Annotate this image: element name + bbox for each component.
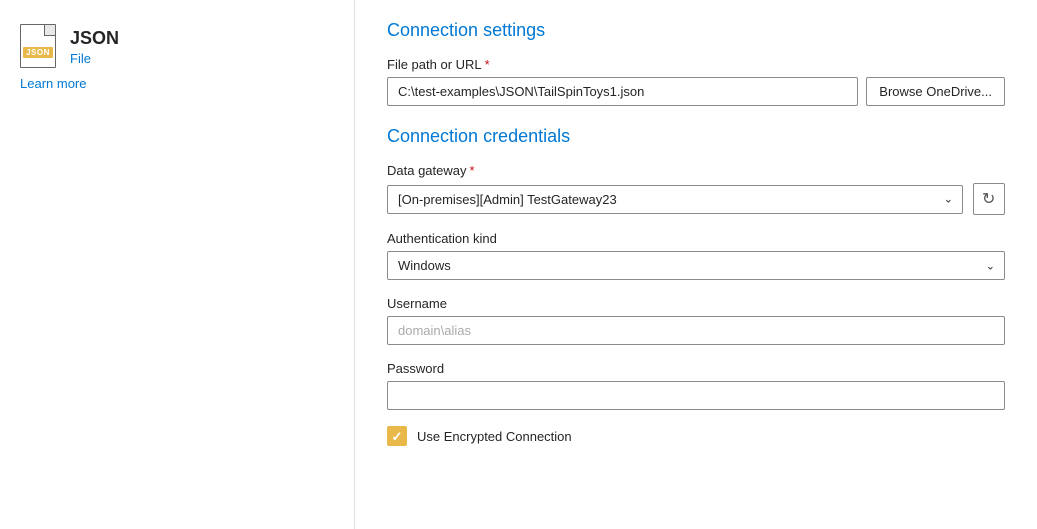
password-label: Password [387,361,1005,376]
data-gateway-select-wrapper: [On-premises][Admin] TestGateway23 ⌄ [387,185,963,214]
connection-credentials-title: Connection credentials [387,126,1005,147]
refresh-gateway-button[interactable]: ↺ [973,183,1005,215]
sidebar: JSON JSON File Learn more [0,0,355,529]
auth-kind-select-wrapper: Windows ⌄ [387,251,1005,280]
sidebar-header: JSON JSON File [20,24,334,68]
password-field-group: Password [387,361,1005,410]
auth-kind-field-group: Authentication kind Windows ⌄ [387,231,1005,280]
json-badge: JSON [23,47,53,58]
sidebar-subtitle: File [70,51,119,66]
data-gateway-required-star: * [470,163,475,178]
connection-settings-title: Connection settings [387,20,1005,41]
username-label: Username [387,296,1005,311]
file-path-input[interactable] [387,77,858,106]
data-gateway-row: [On-premises][Admin] TestGateway23 ⌄ ↺ [387,183,1005,215]
file-path-required-star: * [485,57,490,72]
checkmark-icon: ✓ [392,430,403,443]
username-input[interactable] [387,316,1005,345]
browse-onedrive-button[interactable]: Browse OneDrive... [866,77,1005,106]
sidebar-title: JSON [70,28,119,49]
auth-kind-label: Authentication kind [387,231,1005,246]
file-path-label: File path or URL * [387,57,1005,72]
file-path-field-group: File path or URL * Browse OneDrive... [387,57,1005,106]
data-gateway-label: Data gateway * [387,163,1005,178]
json-file-icon: JSON [20,24,56,68]
password-input[interactable] [387,381,1005,410]
username-field-group: Username [387,296,1005,345]
sidebar-title-group: JSON File [70,24,119,66]
use-encrypted-checkbox[interactable]: ✓ [387,426,407,446]
use-encrypted-row: ✓ Use Encrypted Connection [387,426,1005,446]
data-gateway-field-group: Data gateway * [On-premises][Admin] Test… [387,163,1005,215]
auth-kind-select[interactable]: Windows [387,251,1005,280]
data-gateway-select[interactable]: [On-premises][Admin] TestGateway23 [387,185,963,214]
learn-more-link[interactable]: Learn more [20,76,334,91]
refresh-icon: ↺ [982,189,995,209]
main-content: Connection settings File path or URL * B… [355,0,1037,529]
use-encrypted-label: Use Encrypted Connection [417,429,572,444]
file-path-row: Browse OneDrive... [387,77,1005,106]
